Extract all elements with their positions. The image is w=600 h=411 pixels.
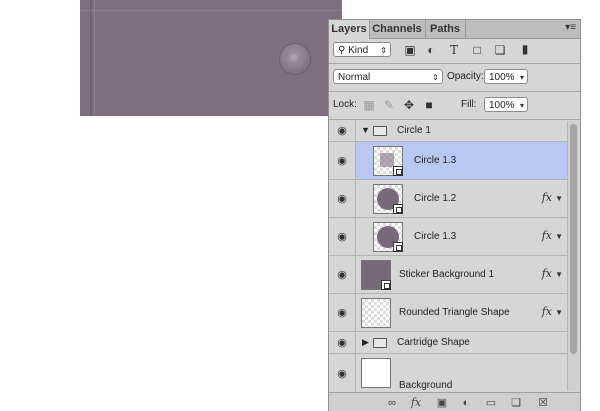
blend-mode-value: Normal (338, 72, 371, 83)
lock-position-icon[interactable]: ✥ (401, 97, 417, 113)
panel-footer: ∞ fx ▣ ◐ ▭ ❏ ☒ (329, 392, 580, 411)
canvas-top-edge (80, 10, 342, 11)
chevron-updown-icon: ⇕ (432, 73, 439, 82)
panel-tab-bar: Layers Channels Paths ▾≡ (329, 20, 580, 39)
layer-circle-1-3-selected[interactable]: ◉ Circle 1.3 (329, 142, 568, 180)
add-fx-icon[interactable]: fx (409, 396, 423, 410)
fx-icon[interactable]: fx (542, 305, 552, 318)
fx-icon[interactable]: fx (542, 229, 552, 242)
layer-name: Circle 1 (397, 125, 431, 136)
link-icon[interactable]: ∞ (385, 396, 399, 410)
chevron-down-icon[interactable]: ▼ (555, 232, 563, 241)
smart-object-filter-icon[interactable]: ❏ (492, 42, 508, 58)
image-filter-icon[interactable]: ▣ (402, 42, 418, 58)
shape-layer-icon (393, 204, 403, 214)
shape-preview (380, 153, 394, 167)
eye-icon[interactable]: ◉ (329, 142, 356, 179)
shape-layer-icon (381, 280, 391, 290)
layer-name: Background (399, 380, 453, 391)
layer-thumbnail (361, 260, 391, 290)
eye-icon[interactable]: ◉ (329, 120, 356, 141)
layer-thumbnail (373, 222, 403, 252)
layer-name: Circle 1.2 (414, 193, 457, 204)
layer-rounded-triangle-shape[interactable]: ◉ Rounded Triangle Shape fx ▼ (329, 294, 568, 332)
fx-icon[interactable]: fx (542, 191, 552, 204)
layer-thumbnail (361, 358, 391, 388)
chevron-down-icon: ▾ (519, 101, 524, 110)
eye-icon[interactable]: ◉ (329, 256, 356, 293)
add-mask-icon[interactable]: ▣ (435, 396, 449, 410)
chevron-down-icon[interactable]: ▼ (555, 308, 563, 317)
canvas-seam-highlight (94, 0, 95, 116)
folder-icon (373, 126, 387, 136)
fill-label: Fill: (461, 99, 477, 110)
adjustment-layer-icon[interactable]: ◐ (459, 396, 473, 410)
fill-value: 100% (489, 100, 515, 111)
layer-thumbnail (373, 184, 403, 214)
filter-row: ⚲ Kind ⇕ ▣ ◐ T □ ❏ ▮ (329, 39, 580, 61)
trash-icon[interactable]: ☒ (536, 396, 550, 410)
adjustment-filter-icon[interactable]: ◐ (423, 42, 439, 58)
filter-toggle-icon[interactable]: ▮ (517, 41, 533, 57)
lock-image-icon[interactable]: ✎ (381, 97, 397, 113)
eye-icon[interactable]: ◉ (329, 332, 356, 353)
search-icon: ⚲ (338, 45, 346, 56)
layer-thumbnail (361, 298, 391, 328)
chevron-down-icon[interactable]: ▼ (555, 194, 563, 203)
layer-sticker-background-1[interactable]: ◉ Sticker Background 1 fx ▼ (329, 256, 568, 294)
type-filter-icon[interactable]: T (446, 42, 462, 58)
layer-circle-1-2[interactable]: ◉ Circle 1.2 fx ▼ (329, 180, 568, 218)
lock-transparent-icon[interactable]: ▦ (361, 97, 377, 113)
eye-icon[interactable]: ◉ (329, 218, 356, 255)
chevron-down-icon: ▾ (519, 73, 524, 82)
canvas-seam (90, 0, 92, 116)
eye-icon[interactable]: ◉ (329, 294, 356, 331)
layer-name: Sticker Background 1 (399, 269, 495, 280)
tab-channels[interactable]: Channels (369, 20, 426, 38)
fx-icon[interactable]: fx (542, 267, 552, 280)
layer-background[interactable]: ◉ Background (329, 354, 568, 392)
shape-layer-icon (393, 166, 403, 176)
filter-kind-select[interactable]: ⚲ Kind ⇕ (333, 42, 391, 57)
layer-name: Circle 1.3 (414, 231, 457, 242)
layer-name: Circle 1.3 (414, 155, 457, 166)
folder-icon (373, 338, 387, 348)
layer-circle-1-3[interactable]: ◉ Circle 1.3 fx ▼ (329, 218, 568, 256)
tab-layers[interactable]: Layers (329, 20, 370, 39)
screw-graphic (280, 44, 310, 74)
layer-group-cartridge-shape[interactable]: ◉ ▶ Cartridge Shape (329, 332, 568, 354)
tab-paths[interactable]: Paths (425, 20, 466, 38)
layer-thumbnail (373, 146, 403, 176)
blend-mode-select[interactable]: Normal ⇕ (333, 69, 443, 84)
filter-kind-label: Kind (348, 45, 369, 56)
document-canvas[interactable] (80, 0, 342, 116)
shape-layer-icon (393, 242, 403, 252)
opacity-input[interactable]: 100% ▾ (484, 69, 528, 84)
opacity-label: Opacity: (447, 71, 484, 82)
layer-group-circle-1[interactable]: ◉ ▼ Circle 1 (329, 120, 568, 142)
layer-name: Cartridge Shape (397, 337, 470, 348)
layer-name: Rounded Triangle Shape (399, 307, 510, 318)
chevron-updown-icon: ⇕ (380, 46, 387, 55)
lock-row: Lock: ▦ ✎ ✥ ■ Fill: 100% ▾ (329, 92, 580, 118)
panel-menu-icon[interactable]: ▾≡ (565, 22, 576, 33)
new-group-icon[interactable]: ▭ (484, 396, 498, 410)
triangle-down-icon[interactable]: ▼ (361, 125, 370, 135)
eye-icon[interactable]: ◉ (329, 180, 356, 217)
triangle-right-icon[interactable]: ▶ (362, 337, 369, 348)
layers-panel: Layers Channels Paths ▾≡ ⚲ Kind ⇕ ▣ ◐ T … (328, 19, 581, 411)
layers-scrollbar[interactable] (567, 121, 579, 391)
chevron-down-icon[interactable]: ▼ (555, 270, 563, 279)
new-layer-icon[interactable]: ❏ (509, 396, 523, 410)
blend-row: Normal ⇕ Opacity: 100% ▾ (329, 64, 580, 88)
opacity-value: 100% (489, 72, 515, 83)
fill-input[interactable]: 100% ▾ (484, 97, 528, 112)
shape-filter-icon[interactable]: □ (469, 42, 485, 58)
lock-label: Lock: (333, 99, 357, 110)
scrollbar-thumb[interactable] (570, 124, 577, 354)
eye-icon[interactable]: ◉ (329, 354, 356, 392)
lock-all-icon[interactable]: ■ (421, 97, 437, 113)
